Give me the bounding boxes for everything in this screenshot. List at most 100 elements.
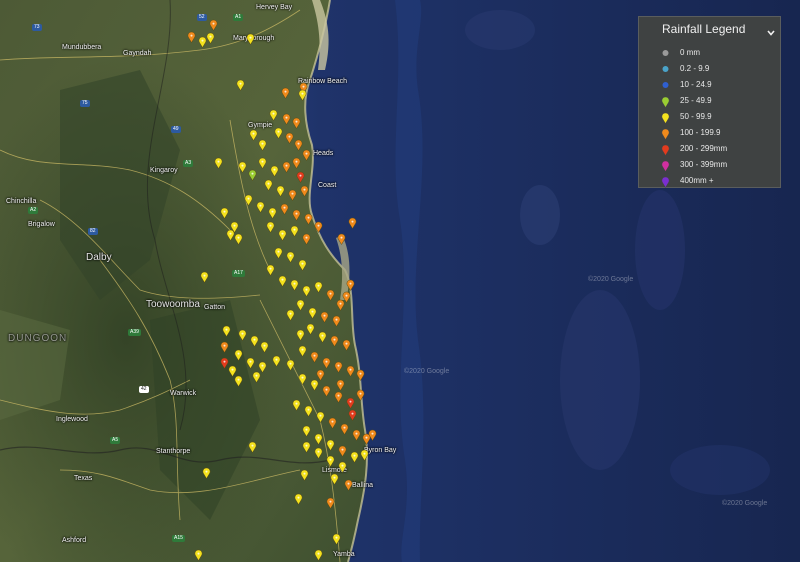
rainfall-station-marker[interactable] bbox=[346, 397, 355, 409]
rainfall-station-marker[interactable] bbox=[286, 309, 295, 321]
rainfall-station-marker[interactable] bbox=[288, 189, 297, 201]
rainfall-station-marker[interactable] bbox=[206, 32, 215, 44]
rainfall-station-marker[interactable] bbox=[234, 233, 243, 245]
rainfall-station-marker[interactable] bbox=[266, 221, 275, 233]
rainfall-station-marker[interactable] bbox=[269, 109, 278, 121]
rainfall-station-marker[interactable] bbox=[348, 409, 357, 421]
rainfall-station-marker[interactable] bbox=[298, 89, 307, 101]
chevron-down-icon[interactable] bbox=[766, 25, 776, 36]
rainfall-station-marker[interactable] bbox=[281, 87, 290, 99]
rainfall-station-marker[interactable] bbox=[304, 213, 313, 225]
rainfall-station-marker[interactable] bbox=[330, 473, 339, 485]
rainfall-station-marker[interactable] bbox=[334, 361, 343, 373]
rainfall-legend-panel[interactable]: Rainfall Legend 0 mm 0.2 - 9.9 10 - 24.9 25… bbox=[638, 16, 781, 188]
rainfall-station-marker[interactable] bbox=[314, 549, 323, 561]
rainfall-station-marker[interactable] bbox=[302, 149, 311, 161]
rainfall-station-marker[interactable] bbox=[326, 497, 335, 509]
rainfall-station-marker[interactable] bbox=[302, 425, 311, 437]
rainfall-station-marker[interactable] bbox=[314, 447, 323, 459]
rainfall-station-marker[interactable] bbox=[286, 359, 295, 371]
rainfall-station-marker[interactable] bbox=[356, 389, 365, 401]
rainfall-station-marker[interactable] bbox=[266, 264, 275, 276]
rainfall-station-marker[interactable] bbox=[350, 451, 359, 463]
rainfall-station-marker[interactable] bbox=[292, 399, 301, 411]
rainfall-station-marker[interactable] bbox=[200, 271, 209, 283]
rainfall-station-marker[interactable] bbox=[256, 201, 265, 213]
rainfall-station-marker[interactable] bbox=[308, 307, 317, 319]
rainfall-station-marker[interactable] bbox=[316, 411, 325, 423]
rainfall-station-marker[interactable] bbox=[290, 225, 299, 237]
rainfall-station-marker[interactable] bbox=[249, 129, 258, 141]
rainfall-station-marker[interactable] bbox=[326, 455, 335, 467]
rainfall-station-marker[interactable] bbox=[272, 355, 281, 367]
rainfall-station-marker[interactable] bbox=[278, 275, 287, 287]
rainfall-station-marker[interactable] bbox=[292, 209, 301, 221]
rainfall-station-marker[interactable] bbox=[268, 207, 277, 219]
rainfall-station-marker[interactable] bbox=[302, 441, 311, 453]
rainfall-station-marker[interactable] bbox=[302, 285, 311, 297]
rainfall-station-marker[interactable] bbox=[236, 79, 245, 91]
rainfall-station-marker[interactable] bbox=[248, 169, 257, 181]
rainfall-station-marker[interactable] bbox=[274, 247, 283, 259]
rainfall-station-marker[interactable] bbox=[278, 229, 287, 241]
rainfall-station-marker[interactable] bbox=[342, 339, 351, 351]
rainfall-station-marker[interactable] bbox=[187, 31, 196, 43]
rainfall-station-marker[interactable] bbox=[322, 357, 331, 369]
rainfall-station-marker[interactable] bbox=[338, 461, 347, 473]
rainfall-station-marker[interactable] bbox=[316, 369, 325, 381]
rainfall-station-marker[interactable] bbox=[346, 365, 355, 377]
rainfall-station-marker[interactable] bbox=[326, 439, 335, 451]
rainfall-station-marker[interactable] bbox=[326, 289, 335, 301]
rainfall-station-marker[interactable] bbox=[234, 349, 243, 361]
rainfall-station-marker[interactable] bbox=[298, 259, 307, 271]
rainfall-station-marker[interactable] bbox=[300, 469, 309, 481]
rainfall-station-marker[interactable] bbox=[352, 429, 361, 441]
rainfall-station-marker[interactable] bbox=[292, 157, 301, 169]
rainfall-station-marker[interactable] bbox=[292, 117, 301, 129]
rainfall-station-marker[interactable] bbox=[334, 391, 343, 403]
rainfall-station-marker[interactable] bbox=[222, 325, 231, 337]
rainfall-station-marker[interactable] bbox=[330, 335, 339, 347]
rainfall-station-marker[interactable] bbox=[246, 33, 255, 45]
rainfall-station-marker[interactable] bbox=[320, 311, 329, 323]
rainfall-station-marker[interactable] bbox=[296, 299, 305, 311]
rainfall-station-marker[interactable] bbox=[300, 185, 309, 197]
rainfall-station-marker[interactable] bbox=[314, 433, 323, 445]
rainfall-station-marker[interactable] bbox=[260, 341, 269, 353]
rainfall-station-marker[interactable] bbox=[302, 233, 311, 245]
rainfall-station-marker[interactable] bbox=[258, 139, 267, 151]
rainfall-station-marker[interactable] bbox=[314, 221, 323, 233]
rainfall-station-marker[interactable] bbox=[306, 323, 315, 335]
rainfall-station-marker[interactable] bbox=[322, 385, 331, 397]
rainfall-station-marker[interactable] bbox=[338, 445, 347, 457]
rainfall-station-marker[interactable] bbox=[209, 19, 218, 31]
rainfall-station-marker[interactable] bbox=[202, 467, 211, 479]
rainfall-station-marker[interactable] bbox=[285, 132, 294, 144]
rainfall-station-marker[interactable] bbox=[290, 279, 299, 291]
rainfall-station-marker[interactable] bbox=[298, 345, 307, 357]
rainfall-station-marker[interactable] bbox=[282, 161, 291, 173]
rainfall-station-marker[interactable] bbox=[282, 113, 291, 125]
rainfall-station-marker[interactable] bbox=[244, 194, 253, 206]
rainfall-station-marker[interactable] bbox=[250, 335, 259, 347]
rainfall-station-marker[interactable] bbox=[194, 549, 203, 561]
rainfall-station-marker[interactable] bbox=[332, 315, 341, 327]
rainfall-station-marker[interactable] bbox=[274, 127, 283, 139]
rainfall-station-marker[interactable] bbox=[344, 479, 353, 491]
rainfall-station-marker[interactable] bbox=[336, 379, 345, 391]
rainfall-station-marker[interactable] bbox=[220, 341, 229, 353]
rainfall-station-marker[interactable] bbox=[304, 405, 313, 417]
rainfall-station-marker[interactable] bbox=[328, 417, 337, 429]
rainfall-station-marker[interactable] bbox=[346, 279, 355, 291]
rainfall-station-marker[interactable] bbox=[298, 373, 307, 385]
rainfall-station-marker[interactable] bbox=[264, 179, 273, 191]
rainfall-station-marker[interactable] bbox=[360, 449, 369, 461]
rainfall-station-marker[interactable] bbox=[276, 185, 285, 197]
rainfall-station-marker[interactable] bbox=[214, 157, 223, 169]
rainfall-station-marker[interactable] bbox=[296, 171, 305, 183]
rainfall-station-marker[interactable] bbox=[238, 161, 247, 173]
rainfall-station-marker[interactable] bbox=[234, 375, 243, 387]
rainfall-map[interactable]: Hervey Bay Maryborough Mundubbera Gaynda… bbox=[0, 0, 800, 562]
rainfall-station-marker[interactable] bbox=[310, 351, 319, 363]
rainfall-station-marker[interactable] bbox=[248, 441, 257, 453]
